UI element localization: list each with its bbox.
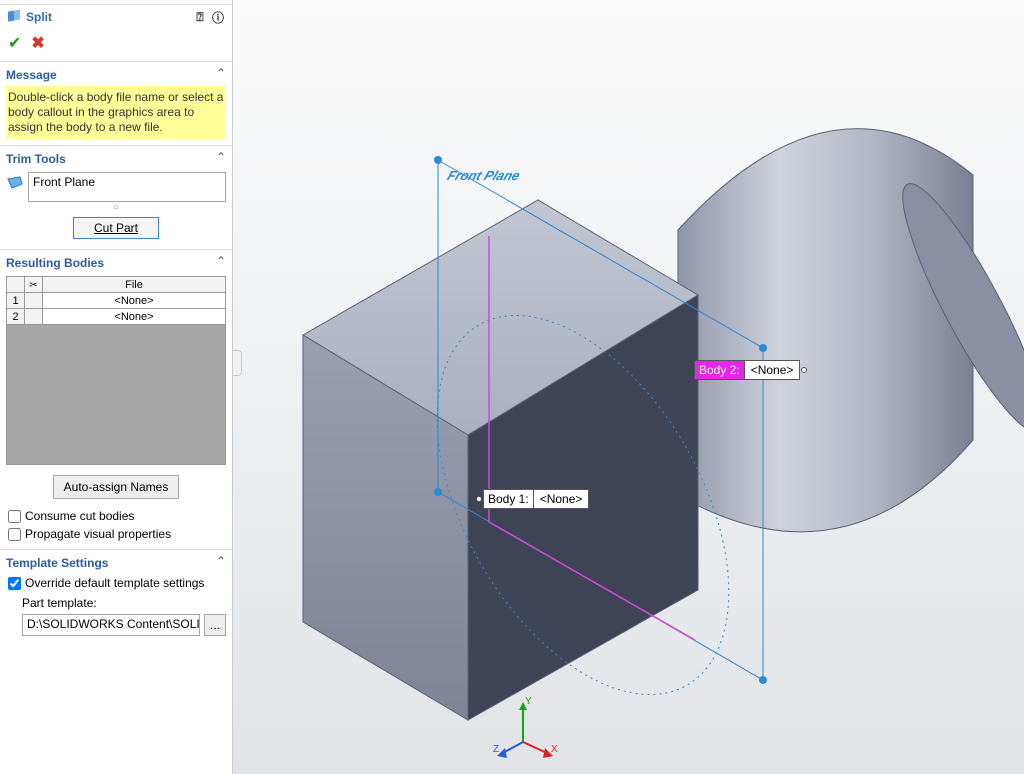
resulting-bodies-title: Resulting Bodies [6, 254, 226, 274]
cut-part-button[interactable]: Cut Part [73, 217, 159, 239]
consume-label: Consume cut bodies [25, 509, 134, 523]
property-manager-panel: Split ⍰ ⓘ ✔ ✖ Message ⌃ Double-click a b… [0, 0, 233, 774]
cancel-button[interactable]: ✖ [31, 33, 44, 53]
collapse-trim-icon[interactable]: ⌃ [216, 150, 226, 164]
message-section: Message ⌃ Double-click a body file name … [0, 62, 232, 146]
row-index: 2 [7, 309, 25, 325]
browse-button[interactable]: ... [204, 614, 226, 636]
split-feature-icon [6, 9, 22, 25]
trim-selection-input[interactable]: Front Plane [28, 172, 226, 202]
template-settings-title: Template Settings [6, 554, 226, 574]
resulting-bodies-section: Resulting Bodies ⌃ ✂ File 1 <None> 2 <No… [0, 250, 232, 550]
propagate-checkbox[interactable] [8, 528, 21, 541]
trim-tools-section: Trim Tools ⌃ Front Plane ○ Cut Part [0, 146, 232, 250]
table-row[interactable]: 2 <None> [7, 309, 226, 325]
col-file: File [43, 277, 226, 293]
surface-body-icon [6, 174, 24, 192]
callout-value[interactable]: <None> [534, 490, 589, 508]
body-callout-2[interactable]: Body 2: <None> [694, 360, 800, 380]
callout-label: Body 1: [484, 490, 534, 508]
scissors-icon: ✂ [29, 280, 37, 291]
cut-part-label: Cut Part [94, 221, 138, 235]
auto-assign-button[interactable]: Auto-assign Names [53, 475, 180, 499]
consume-checkbox[interactable] [8, 510, 21, 523]
override-row[interactable]: Override default template settings [6, 574, 226, 592]
row-check[interactable] [25, 309, 43, 325]
triad-y-label: Y [525, 696, 532, 707]
view-triad[interactable]: Y X Z [495, 700, 555, 760]
table-empty-area [6, 325, 226, 465]
table-row[interactable]: 1 <None> [7, 293, 226, 309]
row-check[interactable] [25, 293, 43, 309]
pin-icon: ○ [6, 202, 226, 213]
triad-x-label: X [551, 744, 558, 755]
message-section-title: Message [6, 66, 226, 86]
trim-tools-title: Trim Tools [6, 150, 226, 170]
col-index [7, 277, 25, 293]
confirm-row: ✔ ✖ [0, 27, 232, 62]
model-geometry [233, 0, 1024, 774]
graphics-viewport[interactable]: Front Plane Body 1: <None> Body 2: <None… [233, 0, 1024, 774]
override-label: Override default template settings [25, 576, 204, 590]
feature-header: Split ⍰ ⓘ [0, 5, 232, 27]
help-icon[interactable]: ⓘ [210, 9, 226, 25]
ok-button[interactable]: ✔ [8, 33, 21, 53]
callout-label: Body 2: [695, 361, 745, 379]
consume-row[interactable]: Consume cut bodies [6, 507, 226, 525]
resulting-bodies-table: ✂ File 1 <None> 2 <None> [6, 276, 226, 325]
part-template-label: Part template: [22, 596, 226, 610]
callout-value[interactable]: <None> [745, 361, 800, 379]
template-settings-section: Template Settings ⌃ Override default tem… [0, 550, 232, 642]
row-file[interactable]: <None> [43, 293, 226, 309]
plane-label[interactable]: Front Plane [445, 168, 522, 183]
template-path-input[interactable]: D:\SOLIDWORKS Content\SOLI [22, 614, 200, 636]
callout-handle[interactable] [476, 496, 482, 502]
override-checkbox[interactable] [8, 577, 21, 590]
triad-z-label: Z [493, 744, 499, 755]
col-scissors: ✂ [25, 277, 43, 293]
feature-title: Split [26, 10, 192, 24]
propagate-row[interactable]: Propagate visual properties [6, 525, 226, 543]
row-file[interactable]: <None> [43, 309, 226, 325]
collapse-message-icon[interactable]: ⌃ [216, 66, 226, 80]
collapse-resulting-icon[interactable]: ⌃ [216, 254, 226, 268]
collapse-template-icon[interactable]: ⌃ [216, 554, 226, 568]
message-body: Double-click a body file name or select … [6, 86, 226, 139]
body-callout-1[interactable]: Body 1: <None> [483, 489, 589, 509]
detailed-help-icon[interactable]: ⍰ [192, 9, 208, 25]
propagate-label: Propagate visual properties [25, 527, 171, 541]
row-index: 1 [7, 293, 25, 309]
